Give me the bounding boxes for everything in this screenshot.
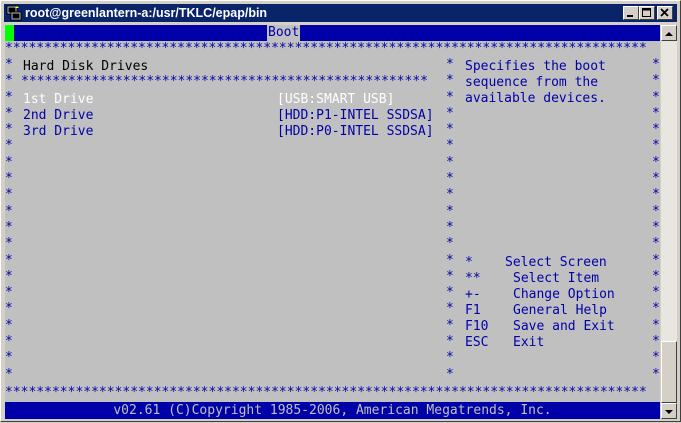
maximize-button[interactable] xyxy=(639,6,655,20)
section-title: Hard Disk Drives xyxy=(23,59,149,74)
copyright-text: v02.61 (C)Copyright 1985-2006, American … xyxy=(113,403,552,418)
maximize-icon xyxy=(642,8,651,17)
key-select-item-action: Select Item xyxy=(513,271,600,286)
drive-3-value[interactable]: [HDD:P0-INTEL SSDSA] xyxy=(277,124,434,140)
border-left: * * * * * * * * * * * * * * * * * * * * xyxy=(5,57,13,382)
title-bar[interactable]: root@greenlantern-a:/usr/TKLC/epap/bin xyxy=(4,4,677,22)
key-exit-action: Exit xyxy=(513,335,545,350)
drive-2-value[interactable]: [HDD:P1-INTEL SSDSA] xyxy=(277,108,434,124)
key-select-item: ** xyxy=(465,271,481,286)
drive-2-label[interactable]: 2nd Drive xyxy=(23,108,93,124)
terminal-cursor xyxy=(5,25,14,41)
help-line-1: Specifies the boot xyxy=(465,59,606,74)
vertical-scrollbar[interactable] xyxy=(661,25,677,419)
minimize-icon xyxy=(627,15,633,17)
border-divider: * * * * * * * * * * * * * * * * * * * * xyxy=(446,57,454,382)
arrow-up-icon xyxy=(665,32,673,36)
terminal-screen[interactable]: Boot ***********************************… xyxy=(5,25,660,419)
bios-status-bar: v02.61 (C)Copyright 1985-2006, American … xyxy=(5,402,660,419)
bios-menu-bar: Boot xyxy=(5,25,660,41)
border-bottom: ****************************************… xyxy=(5,385,647,400)
border-right: * * * * * * * * * * * * * * * * * * * * xyxy=(652,57,660,382)
help-line-3: available devices. xyxy=(465,91,606,106)
key-select-screen-action: Select Screen xyxy=(505,255,607,270)
drive-3-label[interactable]: 3rd Drive xyxy=(23,124,93,140)
window-title: root@greenlantern-a:/usr/TKLC/epap/bin xyxy=(25,6,268,20)
scroll-thumb[interactable] xyxy=(661,341,677,403)
drive-1-value[interactable]: [USB:SMART USB] xyxy=(277,92,394,108)
key-change-option: +- xyxy=(465,287,481,302)
key-select-screen: * xyxy=(465,255,473,270)
drive-1-label[interactable]: 1st Drive xyxy=(23,92,93,108)
help-line-2: sequence from the xyxy=(465,75,599,90)
close-button[interactable] xyxy=(657,6,673,20)
tab-boot[interactable]: Boot xyxy=(267,25,301,41)
key-general-help-action: General Help xyxy=(513,303,607,318)
terminal-window: root@greenlantern-a:/usr/TKLC/epap/bin B… xyxy=(0,0,681,422)
key-general-help: F1 xyxy=(465,303,481,318)
arrow-down-icon xyxy=(665,410,673,414)
putty-icon[interactable] xyxy=(6,5,22,21)
key-save-exit: F10 xyxy=(465,319,489,334)
border-top: ****************************************… xyxy=(5,41,647,56)
section-underline: ****************************************… xyxy=(21,74,428,89)
close-icon xyxy=(660,8,669,17)
key-exit: ESC xyxy=(465,335,489,350)
scroll-down-button[interactable] xyxy=(661,403,677,419)
key-save-exit-action: Save and Exit xyxy=(513,319,615,334)
key-change-option-action: Change Option xyxy=(513,287,615,302)
scroll-up-button[interactable] xyxy=(661,25,677,41)
minimize-button[interactable] xyxy=(623,6,639,20)
